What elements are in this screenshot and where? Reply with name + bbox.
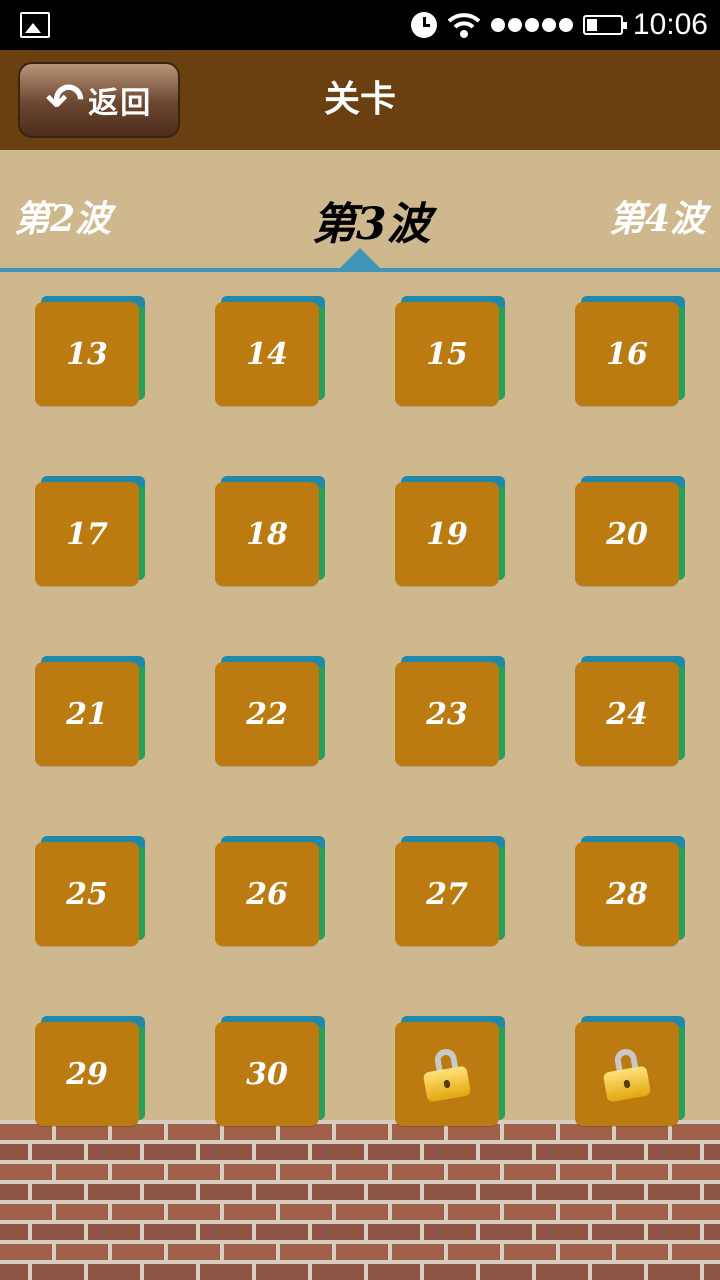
level-tile-face [395, 1022, 499, 1126]
padlock-icon [602, 1047, 652, 1103]
level-tile-face: 13 [35, 302, 139, 406]
level-tile-locked[interactable] [395, 1016, 507, 1134]
level-tile-face: 17 [35, 482, 139, 586]
level-number: 19 [426, 516, 468, 552]
level-tile[interactable]: 29 [35, 1016, 147, 1134]
level-tile[interactable]: 21 [35, 656, 147, 774]
image-notification-icon [20, 12, 50, 38]
level-number: 25 [66, 876, 108, 912]
level-tile-face: 24 [575, 662, 679, 766]
wifi-icon [447, 13, 481, 38]
level-tile-face: 21 [35, 662, 139, 766]
level-number: 26 [246, 876, 288, 912]
level-tile[interactable]: 26 [215, 836, 327, 954]
back-button[interactable]: ↶ 返回 [18, 62, 180, 138]
level-tile-face: 22 [215, 662, 319, 766]
level-tile-face: 14 [215, 302, 319, 406]
level-tile-face: 19 [395, 482, 499, 586]
level-number: 27 [426, 876, 468, 912]
status-bar: 10:06 [0, 0, 720, 50]
level-number: 28 [606, 876, 648, 912]
battery-icon [582, 15, 627, 35]
level-tile[interactable]: 17 [35, 476, 147, 594]
level-number: 17 [66, 516, 108, 552]
level-tile-face: 25 [35, 842, 139, 946]
brick-wall-floor [0, 1120, 720, 1280]
level-tile[interactable]: 23 [395, 656, 507, 774]
level-tile[interactable]: 24 [575, 656, 687, 774]
level-tile-face: 27 [395, 842, 499, 946]
level-number: 22 [246, 696, 288, 732]
level-tile[interactable]: 14 [215, 296, 327, 414]
level-number: 21 [66, 696, 108, 732]
header-bar: 关卡 ↶ 返回 [0, 50, 720, 150]
level-number: 15 [426, 336, 468, 372]
level-tile[interactable]: 27 [395, 836, 507, 954]
back-arrow-icon: ↶ [45, 73, 85, 127]
level-number: 13 [66, 336, 108, 372]
level-tile[interactable]: 13 [35, 296, 147, 414]
alarm-clock-icon [410, 12, 437, 38]
level-number: 16 [606, 336, 648, 372]
wave-tab-current[interactable]: 第3波 [312, 188, 431, 252]
level-number: 14 [246, 336, 288, 372]
level-tile-face: 28 [575, 842, 679, 946]
level-number: 29 [66, 1056, 108, 1092]
level-tile[interactable]: 18 [215, 476, 327, 594]
level-tile[interactable]: 15 [395, 296, 507, 414]
level-tile-face: 23 [395, 662, 499, 766]
level-tile[interactable]: 30 [215, 1016, 327, 1134]
level-tile-face: 18 [215, 482, 319, 586]
level-tile[interactable]: 16 [575, 296, 687, 414]
level-tile[interactable]: 20 [575, 476, 687, 594]
level-number: 20 [606, 516, 648, 552]
level-number: 18 [246, 516, 288, 552]
status-icons: 10:06 [410, 0, 708, 50]
wave-tab-previous[interactable]: 第2波 [14, 190, 111, 242]
level-number: 24 [606, 696, 648, 732]
level-tile[interactable]: 22 [215, 656, 327, 774]
padlock-icon [422, 1047, 472, 1103]
level-tile[interactable]: 25 [35, 836, 147, 954]
level-tile-face: 16 [575, 302, 679, 406]
level-tile-face: 30 [215, 1022, 319, 1126]
level-tile-face: 26 [215, 842, 319, 946]
wave-indicator-arrow [340, 248, 380, 268]
level-tile-face: 15 [395, 302, 499, 406]
level-tile[interactable]: 28 [575, 836, 687, 954]
signal-strength-icon [490, 18, 573, 32]
back-button-label: 返回 [88, 86, 153, 121]
level-number: 23 [426, 696, 468, 732]
level-tile[interactable]: 19 [395, 476, 507, 594]
level-number: 30 [246, 1056, 288, 1092]
level-tile-locked[interactable] [575, 1016, 687, 1134]
level-tile-face: 20 [575, 482, 679, 586]
level-tile-face: 29 [35, 1022, 139, 1126]
clock-time: 10:06 [632, 8, 708, 41]
wave-tab-next[interactable]: 第4波 [609, 190, 706, 242]
wave-divider [0, 268, 720, 272]
level-tile-face [575, 1022, 679, 1126]
